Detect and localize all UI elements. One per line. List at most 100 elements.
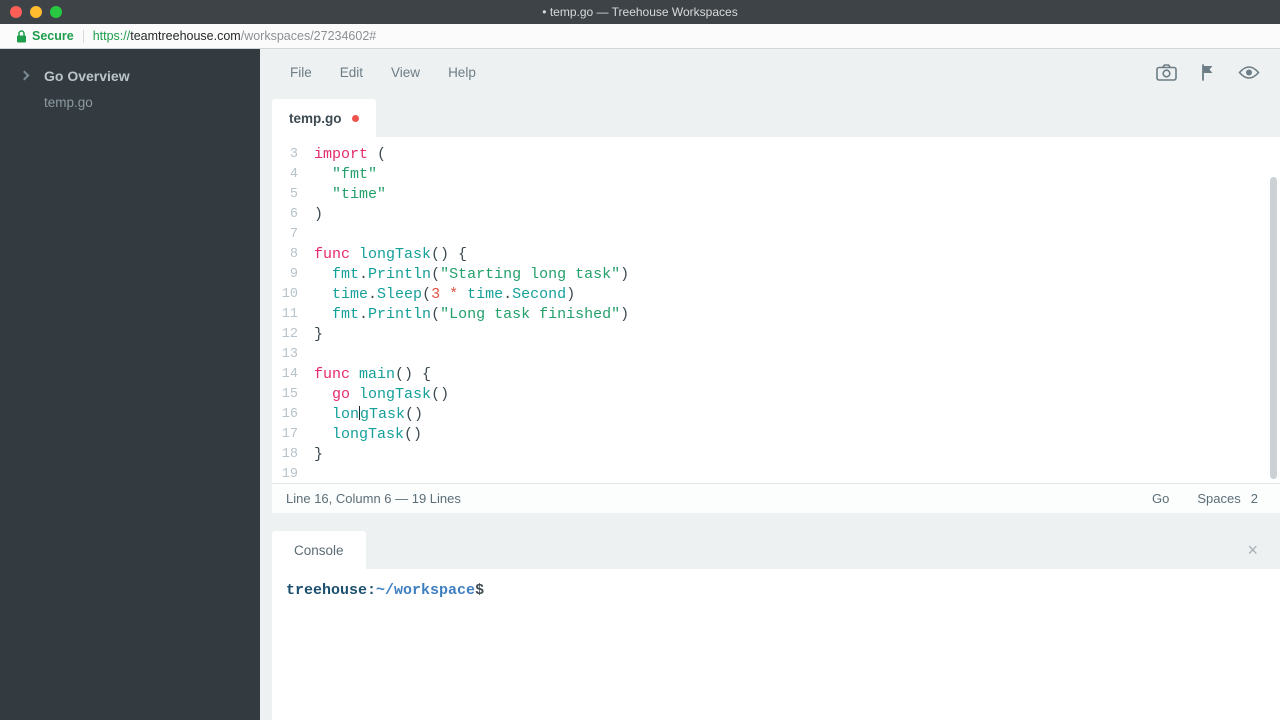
url-scheme: https://	[93, 29, 131, 43]
line-number: 19	[274, 465, 298, 483]
code-text: import (	[314, 145, 386, 165]
code-text: fmt.Println("Long task finished")	[314, 305, 629, 325]
code-line[interactable]: 10 time.Sleep(3 * time.Second)	[274, 285, 1280, 305]
window-controls	[10, 6, 62, 18]
prompt-symbol: $	[475, 582, 484, 599]
code-text: fmt.Println("Starting long task")	[314, 265, 629, 285]
minimize-window-button[interactable]	[30, 6, 42, 18]
indent-value: 2	[1251, 491, 1258, 506]
panel-gap	[272, 513, 1280, 531]
code-text: )	[314, 205, 323, 225]
url-text: https://teamtreehouse.com/workspaces/272…	[93, 29, 377, 43]
line-number: 5	[274, 185, 298, 205]
code-line[interactable]: 19	[274, 465, 1280, 483]
code-text: "time"	[314, 185, 386, 205]
indent-setting[interactable]: Spaces 2	[1197, 491, 1258, 506]
address-bar[interactable]: Secure https://teamtreehouse.com/workspa…	[0, 24, 1280, 49]
main-area: FileEditViewHelp temp.go 3impo	[260, 49, 1280, 720]
code-text: }	[314, 325, 323, 345]
sidebar-item-go-overview[interactable]: Go Overview	[0, 63, 260, 89]
line-number: 17	[274, 425, 298, 445]
prompt-user: treehouse	[286, 582, 367, 599]
sidebar-items: Go Overview temp.go	[0, 63, 260, 115]
status-right: Go Spaces 2	[1152, 491, 1258, 506]
line-number: 8	[274, 245, 298, 265]
editor-scrollbar[interactable]	[1270, 177, 1277, 479]
line-number: 16	[274, 405, 298, 425]
code-line[interactable]: 6)	[274, 205, 1280, 225]
divider	[83, 30, 84, 43]
code-line[interactable]: 16 longTask()	[274, 405, 1280, 425]
line-number: 18	[274, 445, 298, 465]
chevron-right-icon	[20, 71, 30, 81]
line-number: 15	[274, 385, 298, 405]
code-line[interactable]: 12}	[274, 325, 1280, 345]
eye-preview-icon[interactable]	[1238, 65, 1260, 80]
titlebar: • temp.go — Treehouse Workspaces	[0, 0, 1280, 24]
status-bar: Line 16, Column 6 — 19 Lines Go Spaces 2	[272, 483, 1280, 513]
code-line[interactable]: 14func main() {	[274, 365, 1280, 385]
zoom-window-button[interactable]	[50, 6, 62, 18]
code-line[interactable]: 8func longTask() {	[274, 245, 1280, 265]
code-line[interactable]: 4 "fmt"	[274, 165, 1280, 185]
console-tab-label: Console	[294, 543, 344, 558]
sidebar-item-label: temp.go	[44, 95, 93, 110]
tab-bar: temp.go	[272, 95, 1280, 137]
menu-item-edit[interactable]: Edit	[340, 65, 363, 80]
code-line[interactable]: 5 "time"	[274, 185, 1280, 205]
terminal-prompt: treehouse:~/workspace$	[286, 582, 484, 599]
code-line[interactable]: 11 fmt.Println("Long task finished")	[274, 305, 1280, 325]
prompt-path: ~/workspace	[376, 582, 475, 599]
console-close-icon[interactable]: ×	[1247, 541, 1258, 559]
url-path: /workspaces/27234602#	[241, 29, 377, 43]
url-domain: teamtreehouse.com	[130, 29, 240, 43]
line-number: 14	[274, 365, 298, 385]
code-line[interactable]: 9 fmt.Println("Starting long task")	[274, 265, 1280, 285]
line-number: 9	[274, 265, 298, 285]
tab-label: temp.go	[289, 111, 342, 126]
menu-item-file[interactable]: File	[290, 65, 312, 80]
tab-temp-go[interactable]: temp.go	[272, 99, 376, 137]
line-number: 7	[274, 225, 298, 245]
terminal[interactable]: treehouse:~/workspace$	[272, 569, 1280, 720]
line-number: 6	[274, 205, 298, 225]
cursor-position: Line 16, Column 6 — 19 Lines	[286, 491, 461, 506]
flag-icon[interactable]	[1201, 64, 1214, 81]
console-tab[interactable]: Console	[272, 531, 366, 569]
snapshot-camera-icon[interactable]	[1156, 64, 1177, 81]
code-text: go longTask()	[314, 385, 449, 405]
file-tree-sidebar: Go Overview temp.go	[0, 49, 260, 720]
close-window-button[interactable]	[10, 6, 22, 18]
indent-label: Spaces	[1197, 491, 1240, 506]
console-panel-header: Console ×	[272, 531, 1280, 569]
line-number: 3	[274, 145, 298, 165]
line-number: 13	[274, 345, 298, 365]
line-number: 10	[274, 285, 298, 305]
code-lines: 3import (4 "fmt"5 "time"6)78func longTas…	[274, 145, 1280, 483]
code-line[interactable]: 3 import (	[274, 145, 1280, 165]
menu-item-help[interactable]: Help	[448, 65, 476, 80]
code-text: longTask()	[314, 405, 423, 425]
code-text: "fmt"	[314, 165, 377, 185]
secure-label: Secure	[32, 29, 74, 43]
code-line[interactable]: 18}	[274, 445, 1280, 465]
code-line[interactable]: 13	[274, 345, 1280, 365]
prompt-separator: :	[367, 582, 376, 599]
sidebar-item-label: Go Overview	[44, 68, 130, 84]
menu-item-view[interactable]: View	[391, 65, 420, 80]
sidebar-item-temp-go[interactable]: temp.go	[0, 89, 260, 115]
code-text: }	[314, 445, 323, 465]
modified-dot-icon	[352, 115, 359, 122]
window-title: • temp.go — Treehouse Workspaces	[0, 5, 1280, 19]
lock-icon	[16, 29, 27, 43]
code-editor[interactable]: 3import (4 "fmt"5 "time"6)78func longTas…	[272, 137, 1280, 483]
line-number: 12	[274, 325, 298, 345]
code-line[interactable]: 17 longTask()	[274, 425, 1280, 445]
workspace: Go Overview temp.go File Edit View Help temp…	[0, 49, 1280, 720]
line-number: 4	[274, 165, 298, 185]
code-line[interactable]: 15 go longTask()	[274, 385, 1280, 405]
code-line[interactable]: 7	[274, 225, 1280, 245]
language-mode[interactable]: Go	[1152, 491, 1169, 506]
secure-badge[interactable]: Secure	[16, 29, 74, 43]
menubar: File Edit View Help	[272, 49, 1280, 95]
